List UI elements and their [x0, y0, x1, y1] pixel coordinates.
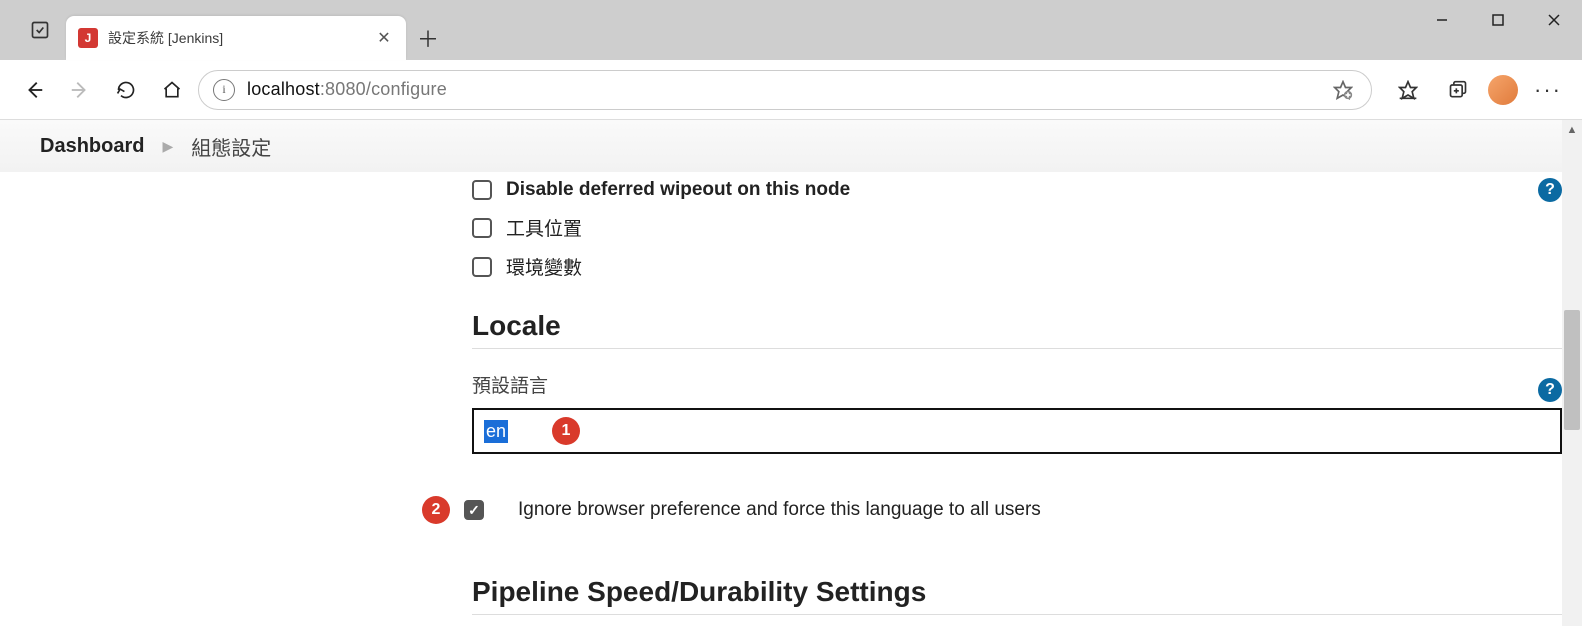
label-disable-wipeout: Disable deferred wipeout on this node	[506, 179, 850, 201]
chevron-right-icon: ▶	[162, 138, 173, 155]
label-ignore-browser-pref: Ignore browser preference and force this…	[518, 499, 1041, 521]
collections-icon[interactable]	[1438, 70, 1478, 110]
section-title-locale: Locale	[472, 310, 1562, 342]
tab-title: 設定系統 [Jenkins]	[108, 28, 364, 48]
breadcrumb-dashboard[interactable]: Dashboard	[40, 135, 144, 158]
browser-navbar: i localhost:8080/configure ···	[0, 60, 1582, 120]
vertical-scrollbar[interactable]: ▲	[1562, 120, 1582, 626]
scroll-up-icon[interactable]: ▲	[1562, 120, 1582, 140]
profile-avatar[interactable]	[1488, 75, 1518, 105]
checkbox-tool-locations[interactable]	[472, 218, 492, 238]
window-controls	[1414, 0, 1582, 40]
tab-actions-icon[interactable]	[24, 14, 56, 46]
back-button[interactable]	[14, 70, 54, 110]
maximize-button[interactable]	[1470, 0, 1526, 40]
address-bar[interactable]: i localhost:8080/configure	[198, 70, 1372, 110]
minimize-button[interactable]	[1414, 0, 1470, 40]
browser-tab-strip: J 設定系統 [Jenkins] ✕ ＋	[0, 0, 1582, 60]
annotation-badge-1: 1	[552, 417, 580, 445]
jenkins-favicon: J	[78, 28, 98, 48]
label-tool-locations: 工具位置	[506, 214, 582, 241]
new-tab-button[interactable]: ＋	[406, 16, 450, 60]
url-display: localhost:8080/configure	[247, 79, 447, 100]
close-window-button[interactable]	[1526, 0, 1582, 40]
label-default-language: 預設語言	[472, 371, 548, 398]
close-tab-icon[interactable]: ✕	[374, 28, 394, 48]
home-button[interactable]	[152, 70, 192, 110]
more-menu-icon[interactable]: ···	[1528, 70, 1568, 110]
browser-tab[interactable]: J 設定系統 [Jenkins] ✕	[66, 16, 406, 60]
reload-button[interactable]	[106, 70, 146, 110]
breadcrumb: Dashboard ▶ 組態設定	[0, 120, 1582, 172]
section-title-pipeline: Pipeline Speed/Durability Settings	[472, 576, 1562, 608]
site-info-icon[interactable]: i	[213, 79, 235, 101]
help-icon[interactable]: ?	[1538, 378, 1562, 402]
favorites-icon[interactable]	[1388, 70, 1428, 110]
label-env-vars: 環境變數	[506, 253, 582, 280]
add-favorite-inline-icon[interactable]	[1329, 76, 1357, 104]
breadcrumb-config[interactable]: 組態設定	[191, 132, 271, 161]
help-icon[interactable]: ?	[1538, 178, 1562, 202]
checkbox-ignore-browser-pref[interactable]	[464, 500, 484, 520]
configure-form: Disable deferred wipeout on this node ? …	[448, 172, 1562, 626]
scrollbar-thumb[interactable]	[1564, 310, 1580, 430]
default-language-value: en	[484, 420, 508, 443]
forward-button	[60, 70, 100, 110]
checkbox-env-vars[interactable]	[472, 257, 492, 277]
annotation-badge-2: 2	[422, 496, 450, 524]
default-language-input[interactable]: en 1	[472, 408, 1562, 454]
checkbox-disable-wipeout[interactable]	[472, 180, 492, 200]
